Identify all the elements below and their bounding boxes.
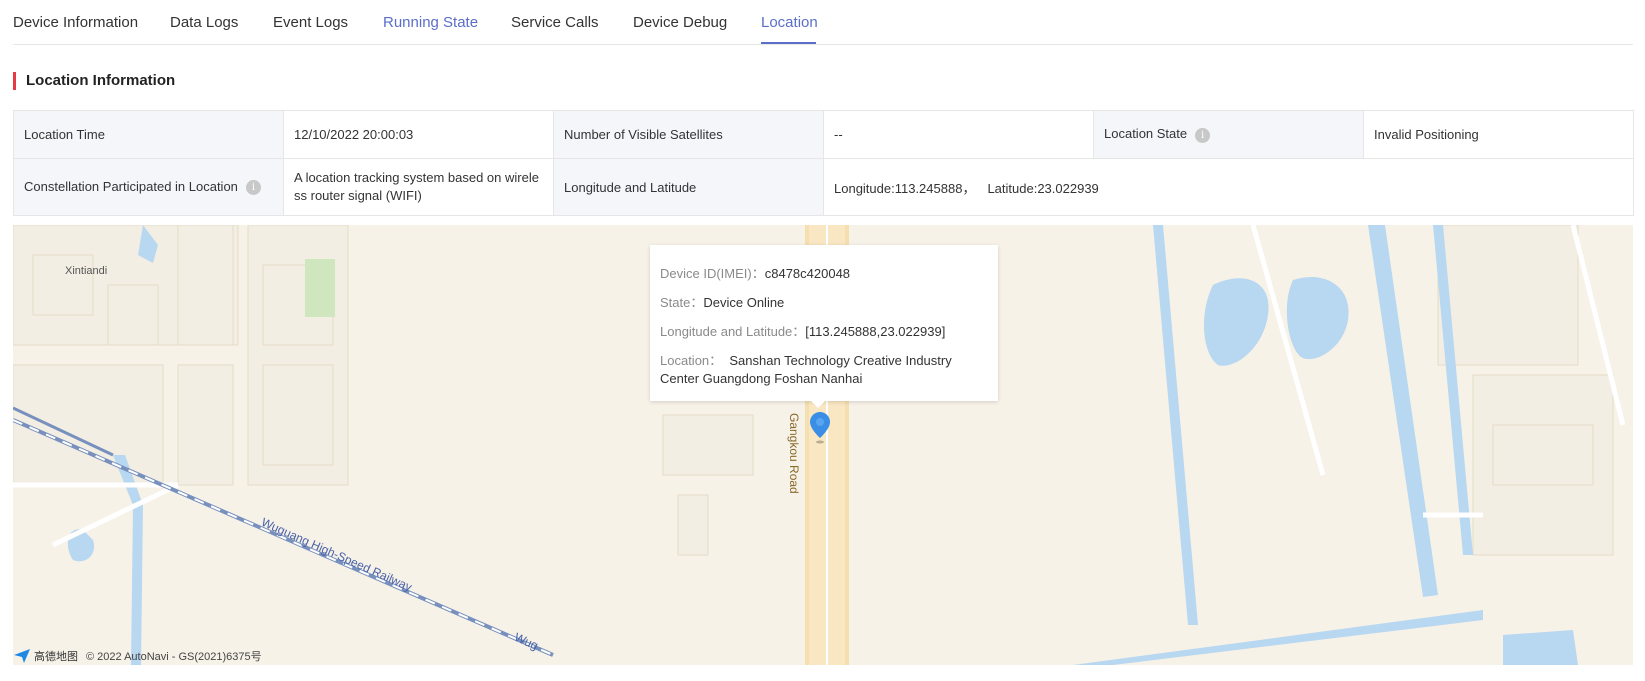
location-state-label-cell: Location State i (1093, 110, 1364, 159)
location-state-label: Location State (1104, 126, 1188, 142)
popup-location-label: Location： (660, 353, 723, 368)
popup-lnglat-value: [113.245888,23.022939] (805, 324, 946, 339)
tab-event-logs[interactable]: Event Logs (273, 14, 348, 31)
satellites-value: -- (823, 110, 1094, 159)
tab-data-logs[interactable]: Data Logs (170, 14, 238, 31)
location-info-table: Location Time 12/10/2022 20:00:03 Number… (13, 110, 1634, 216)
constellation-label: Constellation Participated in Location (24, 178, 238, 194)
latitude-value: Latitude:23.022939 (987, 180, 1099, 196)
map-place-label: Xintiandi (65, 265, 108, 277)
constellation-value: A location tracking system based on wire… (283, 158, 554, 216)
constellation-label-cell: Constellation Participated in Location i (13, 158, 284, 216)
device-info-popup: Device ID(IMEI)：c8478c420048 State：Devic… (650, 245, 998, 401)
lnglat-label: Longitude and Latitude (553, 158, 824, 216)
tab-service-calls[interactable]: Service Calls (511, 14, 599, 31)
active-tab-indicator (761, 42, 816, 44)
popup-device-id-value: c8478c420048 (764, 266, 851, 281)
popup-arrow (810, 400, 826, 408)
longitude-value: Longitude:113.245888， (834, 180, 976, 196)
info-icon[interactable]: i (245, 180, 261, 196)
attribution-text: © 2022 AutoNavi - GS(2021)6375号 (86, 651, 262, 663)
section-title: Location Information (13, 72, 175, 90)
amap-logo-text: 高德地图 (34, 651, 78, 663)
popup-state-value: Device Online (703, 295, 785, 310)
location-state-value: Invalid Positioning (1363, 110, 1634, 159)
info-icon[interactable]: i (1195, 127, 1211, 143)
tab-device-information[interactable]: Device Information (13, 14, 138, 31)
tab-device-debug[interactable]: Device Debug (633, 14, 727, 31)
lnglat-value-cell: Longitude:113.245888， Latitude:23.022939 (823, 158, 1634, 216)
satellites-label: Number of Visible Satellites (553, 110, 824, 159)
tab-bar: Device Information Data Logs Event Logs … (13, 0, 1633, 45)
location-time-label: Location Time (13, 110, 284, 159)
amap-logo-icon (14, 649, 30, 663)
tab-running-state[interactable]: Running State (383, 14, 478, 31)
map-road-label: Gangkou Road (787, 413, 801, 494)
map-attribution: 高德地图 © 2022 AutoNavi - GS(2021)6375号 (14, 648, 262, 664)
location-time-value: 12/10/2022 20:00:03 (283, 110, 554, 159)
location-marker-icon[interactable] (810, 412, 830, 444)
popup-device-id-label: Device ID(IMEI)： (660, 266, 765, 281)
popup-lnglat-label: Longitude and Latitude： (660, 324, 806, 339)
popup-state-label: State： (660, 295, 704, 310)
tab-location[interactable]: Location (761, 14, 818, 31)
